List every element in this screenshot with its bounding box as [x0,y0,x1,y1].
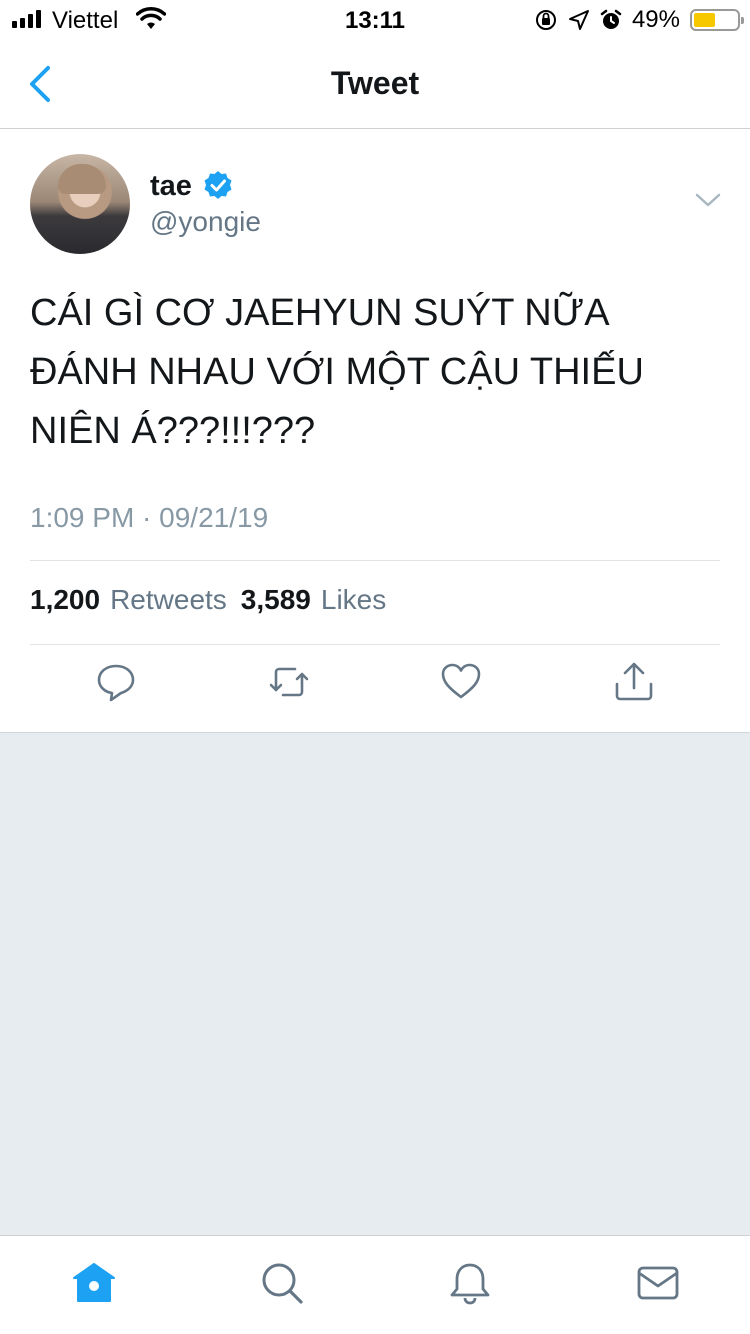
likes-label[interactable]: Likes [321,584,386,616]
battery-percent: 49% [631,6,680,33]
share-icon[interactable] [612,660,656,704]
author-name[interactable]: tae [150,170,192,203]
status-bar: Viettel 13:11 49% [0,0,750,40]
battery-icon [690,9,744,31]
page-title: Tweet [330,65,420,101]
status-right: 49% [534,6,744,34]
nav-bar: Tweet [0,40,750,129]
tweet-text: CÁI GÌ CƠ JAEHYUN SUÝT NỮA ĐÁNH NHAU VỚI… [30,284,720,461]
tweet-text-line: ĐÁNH NHAU VỚI MỘT CẬU THIẾU [30,351,644,393]
likes-count[interactable]: 3,589 [241,584,311,616]
tweet-text-line: CÁI GÌ CƠ JAEHYUN SUÝT NỮA [30,292,610,334]
author-handle[interactable]: @yongie [150,206,261,238]
divider [30,644,720,645]
tweet-stats: 1,200 Retweets 3,589 Likes [30,584,390,616]
location-icon [568,10,589,30]
search-icon[interactable] [259,1260,305,1306]
empty-replies-area [0,732,750,1235]
tab-bar [0,1235,750,1334]
like-icon[interactable] [439,660,483,704]
rotation-lock-icon [535,10,556,30]
retweets-label[interactable]: Retweets [110,584,227,616]
chevron-down-icon[interactable] [694,190,722,210]
verified-badge-icon [204,171,232,199]
home-icon[interactable] [71,1260,117,1306]
tweet-detail: tae @yongie CÁI GÌ CƠ JAEHYUN SUÝT NỮA Đ… [0,130,750,732]
tweet-timestamp: 1:09 PM · 09/21/19 [30,502,269,533]
retweet-icon[interactable] [267,660,311,704]
battery-fill [694,13,715,27]
alarm-icon [600,9,622,29]
divider [30,560,720,561]
tweet-text-line: NIÊN Á???!!!??? [30,410,316,452]
messages-icon[interactable] [635,1260,681,1306]
tweet-actions [0,660,750,720]
reply-icon[interactable] [94,660,138,704]
notifications-icon[interactable] [447,1260,493,1306]
retweets-count[interactable]: 1,200 [30,584,100,616]
avatar[interactable] [30,154,130,254]
